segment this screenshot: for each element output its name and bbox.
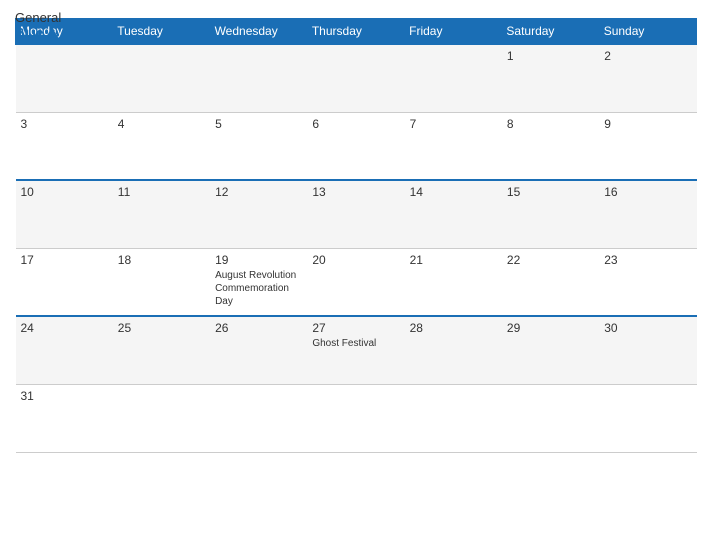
day-cell-0-5: 1 [502, 44, 599, 112]
day-cell-4-3: 27 Ghost Festival [307, 316, 404, 384]
weekday-wednesday: Wednesday [210, 19, 307, 45]
day-cell-0-1 [113, 44, 210, 112]
day-cell-1-0: 3 [16, 112, 113, 180]
day-cell-2-0: 10 [16, 180, 113, 248]
day-cell-5-4 [405, 384, 502, 452]
day-cell-3-3: 20 [307, 248, 404, 316]
day-cell-2-5: 15 [502, 180, 599, 248]
day-cell-0-2 [210, 44, 307, 112]
week-row-1: 3456789 [16, 112, 697, 180]
day-number: 24 [21, 321, 108, 335]
day-number: 26 [215, 321, 302, 335]
day-cell-4-6: 30 [599, 316, 696, 384]
logo-triangle-icon [45, 27, 59, 39]
day-cell-4-1: 25 [113, 316, 210, 384]
day-cell-0-4 [405, 44, 502, 112]
day-cell-2-2: 12 [210, 180, 307, 248]
day-cell-5-0: 31 [16, 384, 113, 452]
day-cell-1-5: 8 [502, 112, 599, 180]
week-row-3: 17 18 19 August Revolution Commemoration Da… [16, 248, 697, 316]
weekday-friday: Friday [405, 19, 502, 45]
weekday-thursday: Thursday [307, 19, 404, 45]
day-number: 1 [507, 49, 594, 63]
day-cell-2-1: 11 [113, 180, 210, 248]
day-number: 17 [21, 253, 108, 267]
day-cell-1-3: 6 [307, 112, 404, 180]
day-number: 16 [604, 185, 691, 199]
day-cell-0-3 [307, 44, 404, 112]
calendar-table: Monday Tuesday Wednesday Thursday Friday… [15, 18, 697, 453]
weekday-header-row: Monday Tuesday Wednesday Thursday Friday… [16, 19, 697, 45]
day-cell-5-6 [599, 384, 696, 452]
day-cell-3-1: 18 [113, 248, 210, 316]
day-cell-5-5 [502, 384, 599, 452]
day-number: 25 [118, 321, 205, 335]
day-cell-4-4: 28 [405, 316, 502, 384]
holiday-label: August Revolution Commemoration Day [215, 269, 302, 308]
day-cell-0-0 [16, 44, 113, 112]
day-number: 19 [215, 253, 302, 267]
day-number: 21 [410, 253, 497, 267]
day-number: 6 [312, 117, 399, 131]
day-number: 11 [118, 185, 205, 199]
week-row-5: 31 [16, 384, 697, 452]
day-number: 18 [118, 253, 205, 267]
week-row-4: 24 25 26 27 Ghost Festival 28 29 30 [16, 316, 697, 384]
week-row-0: 12 [16, 44, 697, 112]
day-number: 29 [507, 321, 594, 335]
day-cell-1-2: 5 [210, 112, 307, 180]
week-row-2: 10 11 12 13 14 15 16 [16, 180, 697, 248]
day-cell-4-0: 24 [16, 316, 113, 384]
day-number: 23 [604, 253, 691, 267]
weekday-saturday: Saturday [502, 19, 599, 45]
day-number: 13 [312, 185, 399, 199]
day-number: 27 [312, 321, 399, 335]
day-cell-4-5: 29 [502, 316, 599, 384]
day-number: 10 [21, 185, 108, 199]
day-cell-2-3: 13 [307, 180, 404, 248]
calendar-wrapper: General Blue Monday Tuesday Wednesday Th… [0, 0, 712, 550]
day-cell-2-6: 16 [599, 180, 696, 248]
day-number: 22 [507, 253, 594, 267]
day-number: 7 [410, 117, 497, 131]
day-cell-2-4: 14 [405, 180, 502, 248]
day-number: 9 [604, 117, 691, 131]
day-number: 14 [410, 185, 497, 199]
weekday-sunday: Sunday [599, 19, 696, 45]
day-number: 15 [507, 185, 594, 199]
logo-row: Blue [15, 25, 59, 40]
day-cell-5-2 [210, 384, 307, 452]
day-cell-1-6: 9 [599, 112, 696, 180]
day-number: 8 [507, 117, 594, 131]
day-cell-3-4: 21 [405, 248, 502, 316]
day-number: 3 [21, 117, 108, 131]
day-cell-4-2: 26 [210, 316, 307, 384]
day-number: 28 [410, 321, 497, 335]
day-number: 5 [215, 117, 302, 131]
day-number: 20 [312, 253, 399, 267]
day-cell-5-3 [307, 384, 404, 452]
day-cell-3-5: 22 [502, 248, 599, 316]
day-cell-3-0: 17 [16, 248, 113, 316]
holiday-label: Ghost Festival [312, 337, 399, 350]
day-cell-3-2: 19 August Revolution Commemoration Day [210, 248, 307, 316]
day-number: 31 [21, 389, 108, 403]
day-number: 4 [118, 117, 205, 131]
logo: General Blue [15, 10, 61, 40]
logo-general-text: General [15, 10, 61, 25]
day-cell-1-1: 4 [113, 112, 210, 180]
day-number: 2 [604, 49, 691, 63]
day-number: 30 [604, 321, 691, 335]
day-cell-0-6: 2 [599, 44, 696, 112]
weekday-tuesday: Tuesday [113, 19, 210, 45]
day-cell-5-1 [113, 384, 210, 452]
day-cell-3-6: 23 [599, 248, 696, 316]
logo-blue-text: Blue [15, 25, 43, 40]
day-number: 12 [215, 185, 302, 199]
day-cell-1-4: 7 [405, 112, 502, 180]
